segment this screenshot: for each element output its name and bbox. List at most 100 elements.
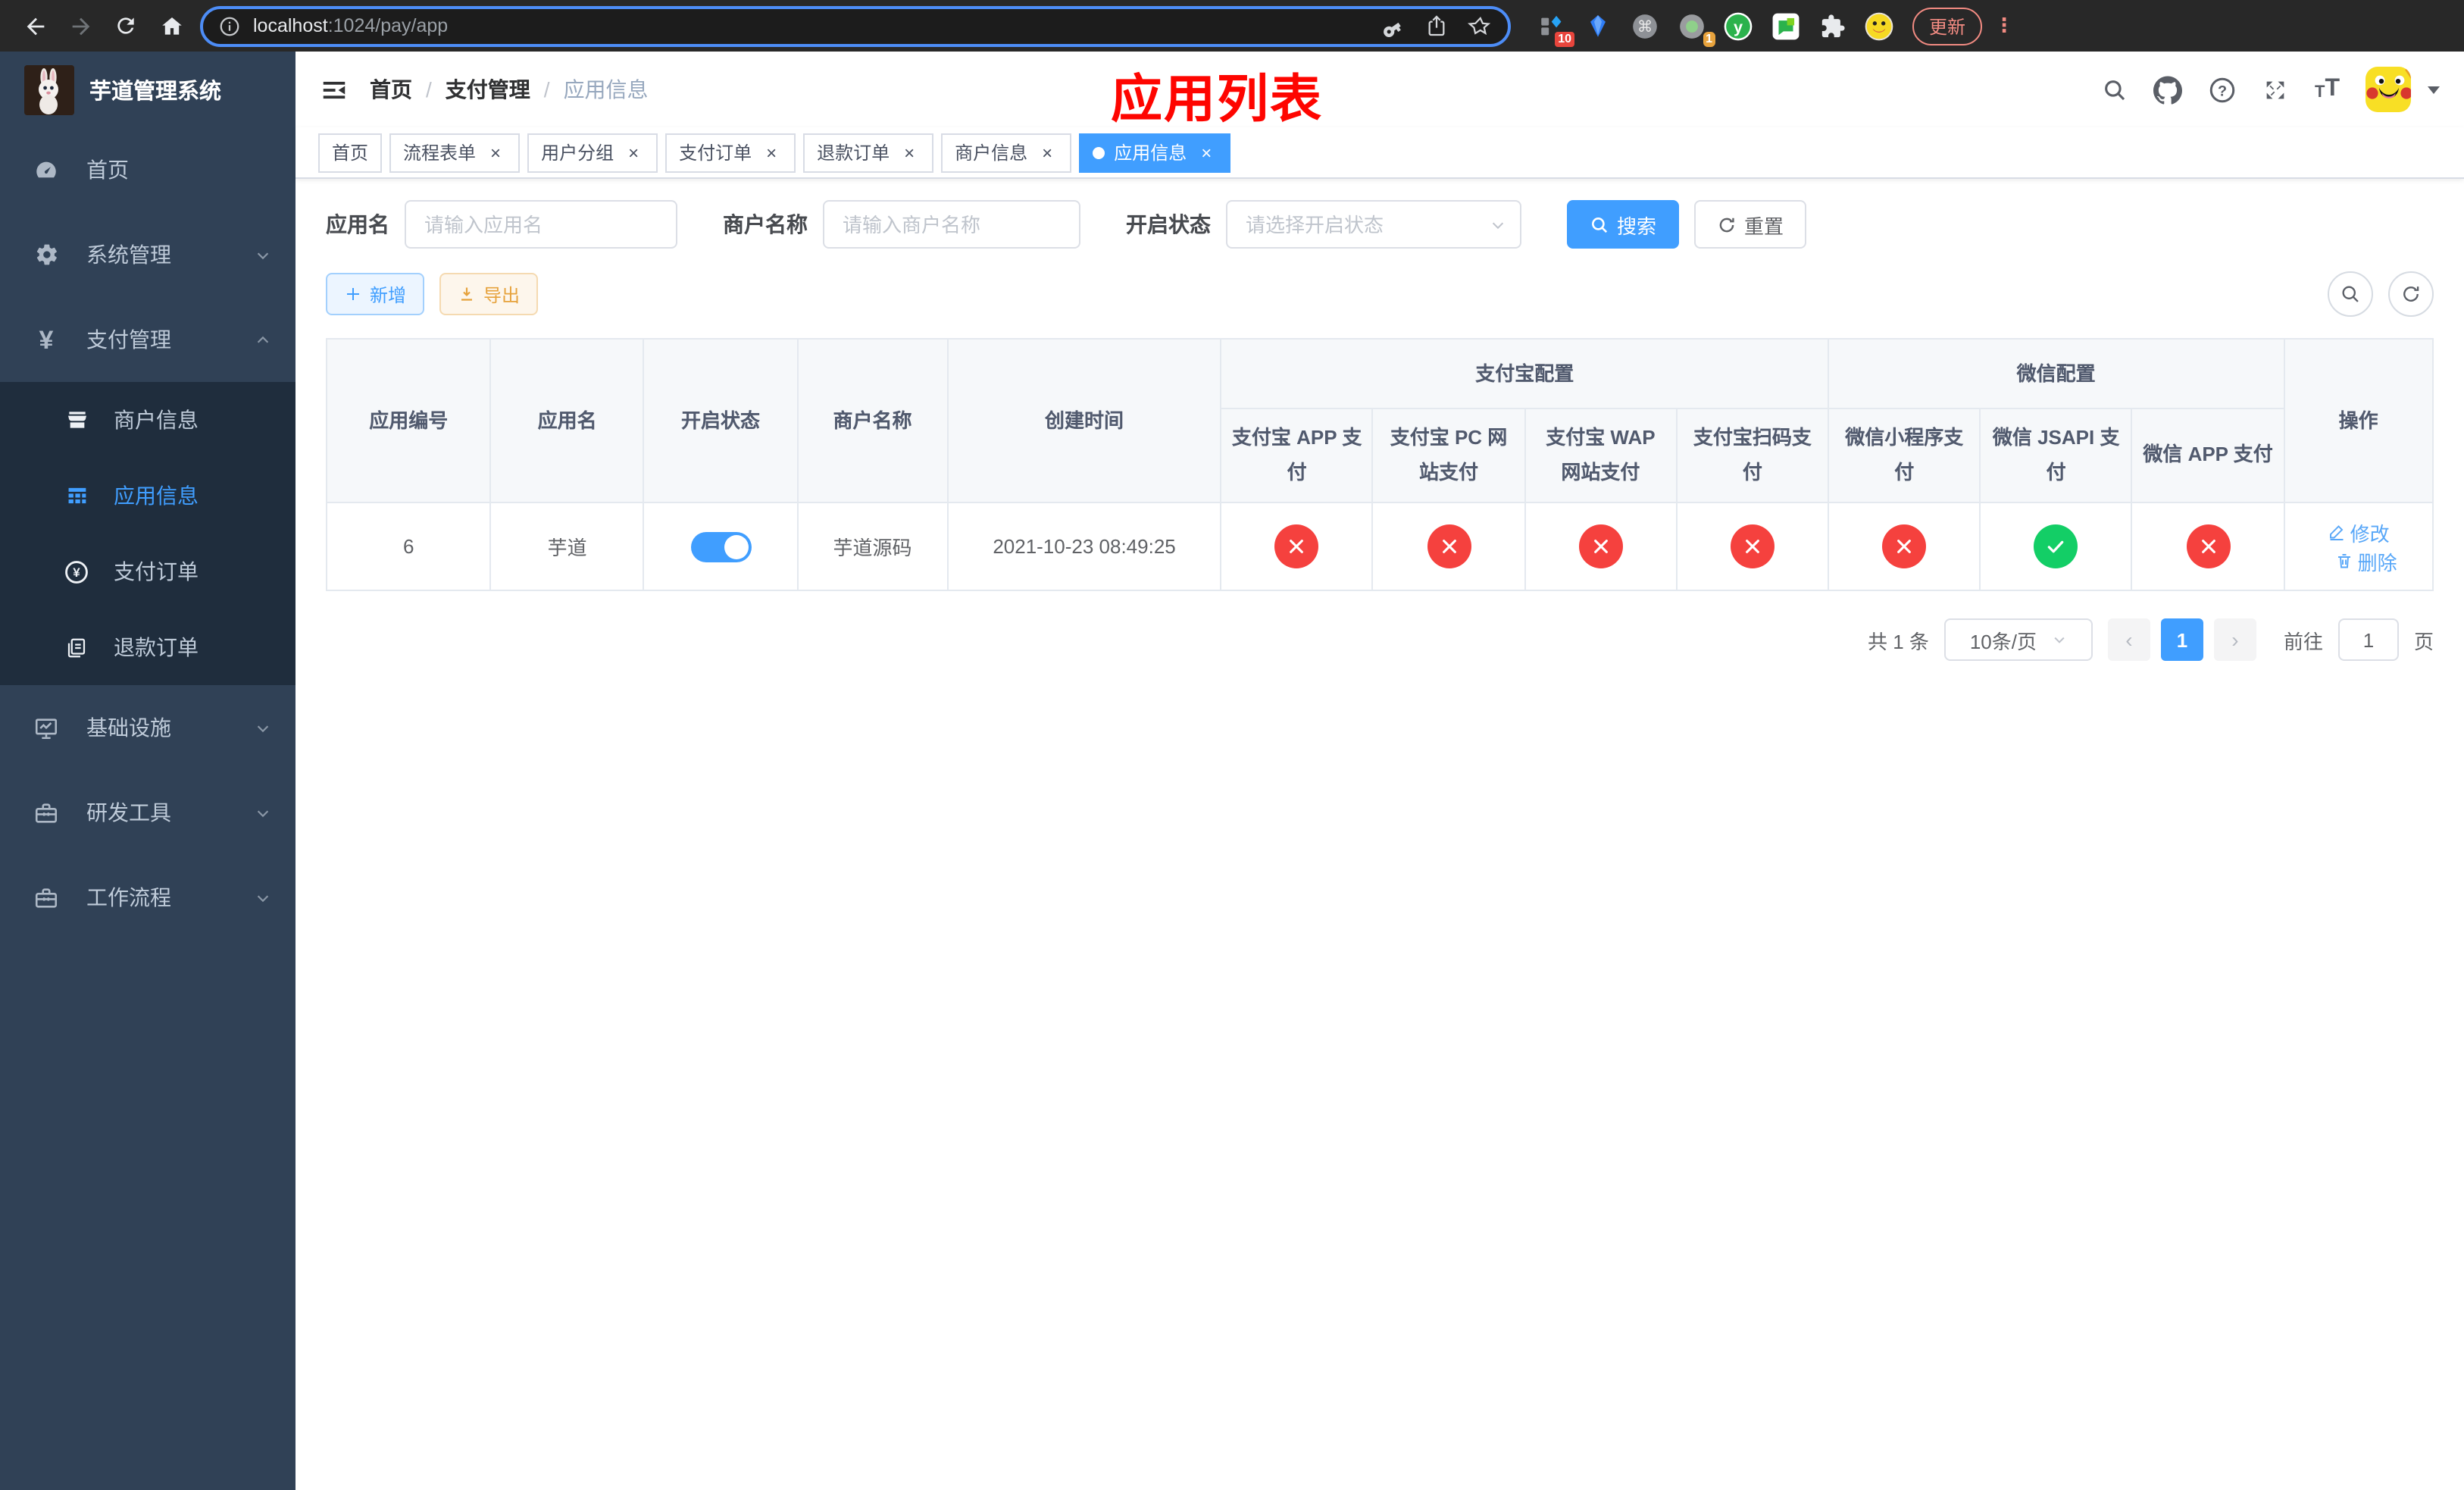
extension-gem-icon[interactable] — [1582, 11, 1612, 41]
status-disabled-icon — [1882, 524, 1927, 568]
refresh-table-button[interactable] — [2388, 271, 2434, 317]
svg-text:⌘: ⌘ — [1637, 17, 1653, 35]
url-bar[interactable]: localhost:1024/pay/app — [200, 5, 1511, 46]
app-name-input[interactable] — [405, 200, 677, 249]
tag-app-info-active[interactable]: 应用信息 × — [1079, 133, 1231, 172]
tag-home[interactable]: 首页 — [318, 133, 383, 172]
bookmark-star-icon[interactable] — [1467, 13, 1493, 39]
chevron-down-icon — [255, 804, 271, 821]
close-icon[interactable]: × — [1037, 142, 1058, 163]
extension-chat-icon[interactable] — [1770, 11, 1800, 41]
search-icon — [1592, 217, 1608, 233]
header-search-icon[interactable] — [2103, 77, 2128, 102]
avatar-caret-icon[interactable] — [2428, 86, 2440, 93]
next-page-button[interactable]: › — [2213, 618, 2256, 661]
breadcrumb-payment[interactable]: 支付管理 — [446, 74, 530, 105]
merchant-name-input[interactable] — [823, 200, 1080, 249]
extension-y-icon[interactable]: y — [1723, 11, 1753, 41]
password-key-icon[interactable] — [1381, 13, 1406, 39]
browser-reload-button[interactable] — [106, 6, 145, 45]
edit-link[interactable]: 修改 — [2328, 518, 2390, 546]
breadcrumb-current: 应用信息 — [563, 77, 649, 102]
close-icon[interactable]: × — [623, 142, 644, 163]
close-icon[interactable]: × — [485, 142, 506, 163]
sidebar-collapse-button[interactable] — [320, 75, 349, 104]
col-merchant: 商户名称 — [796, 338, 949, 503]
status-disabled-icon — [1274, 524, 1319, 568]
extension-area: 10 ⌘ 1 y — [1535, 11, 1894, 47]
sidebar-item-app-info[interactable]: 应用信息 — [0, 458, 295, 534]
gear-icon — [33, 243, 59, 267]
browser-update-button[interactable]: 更新 — [1912, 7, 1983, 45]
col-alipay-qr: 支付宝扫码支付 — [1675, 408, 1830, 503]
close-icon[interactable]: × — [899, 142, 920, 163]
cell-alipay-pc-status — [1371, 502, 1526, 591]
cell-wechat-app-status — [2131, 502, 2285, 591]
browser-back-button[interactable] — [15, 6, 55, 45]
tag-refund-order[interactable]: 退款订单 × — [803, 133, 934, 172]
sidebar-item-system[interactable]: 系统管理 — [0, 212, 295, 297]
extension-grid-icon[interactable]: 10 — [1535, 11, 1574, 47]
help-icon[interactable]: ? — [2209, 75, 2237, 104]
sidebar-item-pay-order[interactable]: ¥ 支付订单 — [0, 534, 295, 609]
extension-command-icon[interactable]: ⌘ — [1629, 11, 1659, 41]
group-wechat-config: 微信配置 — [1828, 338, 2285, 409]
reset-button[interactable]: 重置 — [1694, 200, 1807, 249]
tag-merchant-info[interactable]: 商户信息 × — [941, 133, 1072, 172]
close-icon[interactable]: × — [761, 142, 782, 163]
col-created: 创建时间 — [946, 338, 1222, 503]
url-text[interactable]: localhost:1024/pay/app — [253, 15, 1381, 36]
cell-alipay-wap-status — [1524, 502, 1678, 591]
table-toolbar: 新增 导出 — [326, 271, 2434, 317]
add-button[interactable]: 新增 — [326, 273, 425, 315]
search-button[interactable]: 搜索 — [1567, 200, 1680, 249]
col-wechat-jsapi: 微信 JSAPI 支付 — [1979, 408, 2133, 503]
sidebar-item-refund-order[interactable]: 退款订单 — [0, 609, 295, 685]
download-icon — [461, 287, 473, 301]
close-icon[interactable]: × — [1196, 142, 1217, 163]
github-icon[interactable] — [2153, 75, 2183, 104]
col-wechat-app: 微信 APP 支付 — [2131, 408, 2285, 503]
back-arrow-icon — [26, 17, 44, 35]
show-search-toggle-button[interactable] — [2328, 271, 2373, 317]
browser-forward-button[interactable] — [61, 6, 100, 45]
sidebar-item-payment[interactable]: ¥ 支付管理 — [0, 297, 295, 382]
profile-avatar-icon[interactable] — [1864, 11, 1894, 41]
delete-link[interactable]: 删除 — [2335, 546, 2397, 575]
goto-page-input[interactable] — [2337, 618, 2399, 661]
page-size-select[interactable]: 10条/页 — [1943, 618, 2093, 661]
sidebar-item-merchant-info[interactable]: 商户信息 — [0, 382, 295, 458]
tag-pay-order[interactable]: 支付订单 × — [665, 133, 796, 172]
share-icon[interactable] — [1424, 14, 1449, 38]
cell-status — [643, 502, 799, 591]
status-select[interactable] — [1226, 200, 1521, 249]
user-avatar[interactable] — [2366, 67, 2411, 112]
app-logo[interactable]: 芋道管理系统 — [0, 52, 295, 127]
browser-menu-icon[interactable]: ⋮ — [1994, 14, 2014, 38]
sidebar-item-infrastructure[interactable]: 基础设施 — [0, 685, 295, 770]
edit-pencil-icon — [2329, 525, 2344, 540]
browser-toolbar: localhost:1024/pay/app 10 ⌘ 1 y 更新 ⋮ — [0, 0, 2464, 52]
tag-process-form[interactable]: 流程表单 × — [389, 133, 521, 172]
status-toggle[interactable] — [690, 531, 752, 562]
font-size-icon[interactable]: TT — [2315, 77, 2340, 102]
fullscreen-icon[interactable] — [2263, 77, 2289, 102]
extensions-puzzle-icon[interactable] — [1817, 11, 1847, 41]
store-icon — [64, 408, 89, 432]
sidebar-item-workflow[interactable]: 工作流程 — [0, 855, 295, 940]
home-icon — [161, 16, 181, 34]
prev-page-button[interactable]: ‹ — [2107, 618, 2150, 661]
tag-user-group[interactable]: 用户分组 × — [527, 133, 658, 172]
table-row: 6 芋道 芋道源码 2021-10-23 08:49:25 修改 删除 — [325, 502, 2434, 591]
status-disabled-icon — [1578, 524, 1623, 568]
export-button[interactable]: 导出 — [439, 273, 539, 315]
sidebar-item-dev-tools[interactable]: 研发工具 — [0, 770, 295, 855]
cell-alipay-app-status — [1220, 502, 1374, 591]
sidebar-item-home[interactable]: 首页 — [0, 127, 295, 212]
cell-actions: 修改 删除 — [2283, 502, 2434, 591]
page-1-button[interactable]: 1 — [2160, 618, 2203, 661]
extension-record-icon[interactable]: 1 — [1676, 11, 1715, 47]
page-info-icon[interactable] — [218, 14, 241, 37]
browser-home-button[interactable] — [152, 6, 191, 45]
breadcrumb-home[interactable]: 首页 — [370, 74, 412, 105]
